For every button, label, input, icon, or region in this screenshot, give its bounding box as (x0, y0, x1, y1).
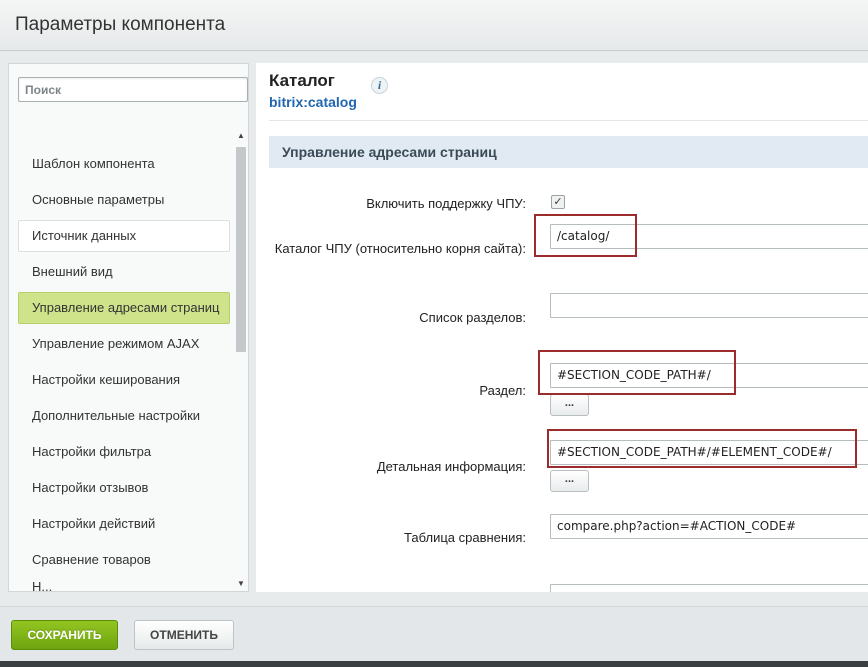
sidebar-item-actions[interactable]: Настройки действий (18, 508, 230, 540)
search-input[interactable] (18, 77, 248, 102)
cancel-button[interactable]: ОТМЕНИТЬ (134, 620, 234, 650)
info-icon[interactable]: i (371, 77, 388, 94)
sections-list-input[interactable] (550, 293, 868, 318)
dialog-title: Параметры компонента (15, 14, 226, 35)
sidebar-item-sef[interactable]: Управление адресами страниц (18, 292, 230, 324)
section-picker-button[interactable]: ... (550, 394, 589, 416)
sidebar-item-filter[interactable]: Настройки фильтра (18, 436, 230, 468)
highlight-box (534, 214, 637, 257)
sidebar-item-template[interactable]: Шаблон компонента (18, 148, 230, 180)
dialog-body: Шаблон компонента Основные параметры Ист… (0, 51, 868, 606)
sidebar-item-appearance[interactable]: Внешний вид (18, 256, 230, 288)
compare-input[interactable]: compare.php?action=#ACTION_CODE# (550, 514, 868, 539)
sidebar-item-reviews[interactable]: Настройки отзывов (18, 472, 230, 504)
sef-folder-label: Каталог ЧПУ (относительно корня сайта): (274, 241, 526, 256)
dialog-footer: СОХРАНИТЬ ОТМЕНИТЬ (0, 606, 868, 661)
dialog-titlebar: Параметры компонента (0, 0, 868, 51)
sidebar-item-ajax[interactable]: Управление режимом AJAX (18, 328, 230, 360)
sections-list-label: Список разделов: (419, 310, 526, 325)
detail-label: Детальная информация: (376, 459, 526, 474)
sef-enable-label: Включить поддержку ЧПУ: (366, 196, 526, 211)
save-button[interactable]: СОХРАНИТЬ (11, 620, 118, 650)
sidebar-item-additional[interactable]: Дополнительные настройки (18, 400, 230, 432)
sidebar-item-basic[interactable]: Основные параметры (18, 184, 230, 216)
component-title: Каталог (269, 71, 335, 90)
next-field-input[interactable] (550, 584, 868, 592)
highlight-box (538, 350, 736, 395)
section-label: Раздел: (479, 383, 526, 398)
bottom-strip (0, 661, 868, 667)
sidebar-item-cache[interactable]: Настройки кеширования (18, 364, 230, 396)
sidebar: Шаблон компонента Основные параметры Ист… (8, 63, 249, 592)
sidebar-scrollbar[interactable]: ▲ ▼ (233, 128, 248, 591)
sef-enable-checkbox[interactable]: ✓ (551, 195, 565, 209)
scroll-down-icon[interactable]: ▼ (237, 580, 245, 588)
highlight-box (547, 429, 857, 468)
scroll-thumb[interactable] (236, 147, 246, 352)
detail-picker-button[interactable]: ... (550, 470, 589, 492)
component-code: bitrix:catalog (269, 94, 357, 110)
sidebar-nav: Шаблон компонента Основные параметры Ист… (18, 148, 230, 591)
divider (269, 120, 868, 121)
section-header: Управление адресами страниц (269, 136, 868, 168)
scroll-up-icon[interactable]: ▲ (237, 132, 245, 140)
main-panel: Каталог i bitrix:catalog Управление адре… (256, 63, 868, 592)
compare-label: Таблица сравнения: (404, 530, 526, 545)
sidebar-item-more[interactable]: Н... (18, 580, 230, 591)
sidebar-item-data-source[interactable]: Источник данных (18, 220, 230, 252)
sidebar-item-compare[interactable]: Сравнение товаров (18, 544, 230, 576)
